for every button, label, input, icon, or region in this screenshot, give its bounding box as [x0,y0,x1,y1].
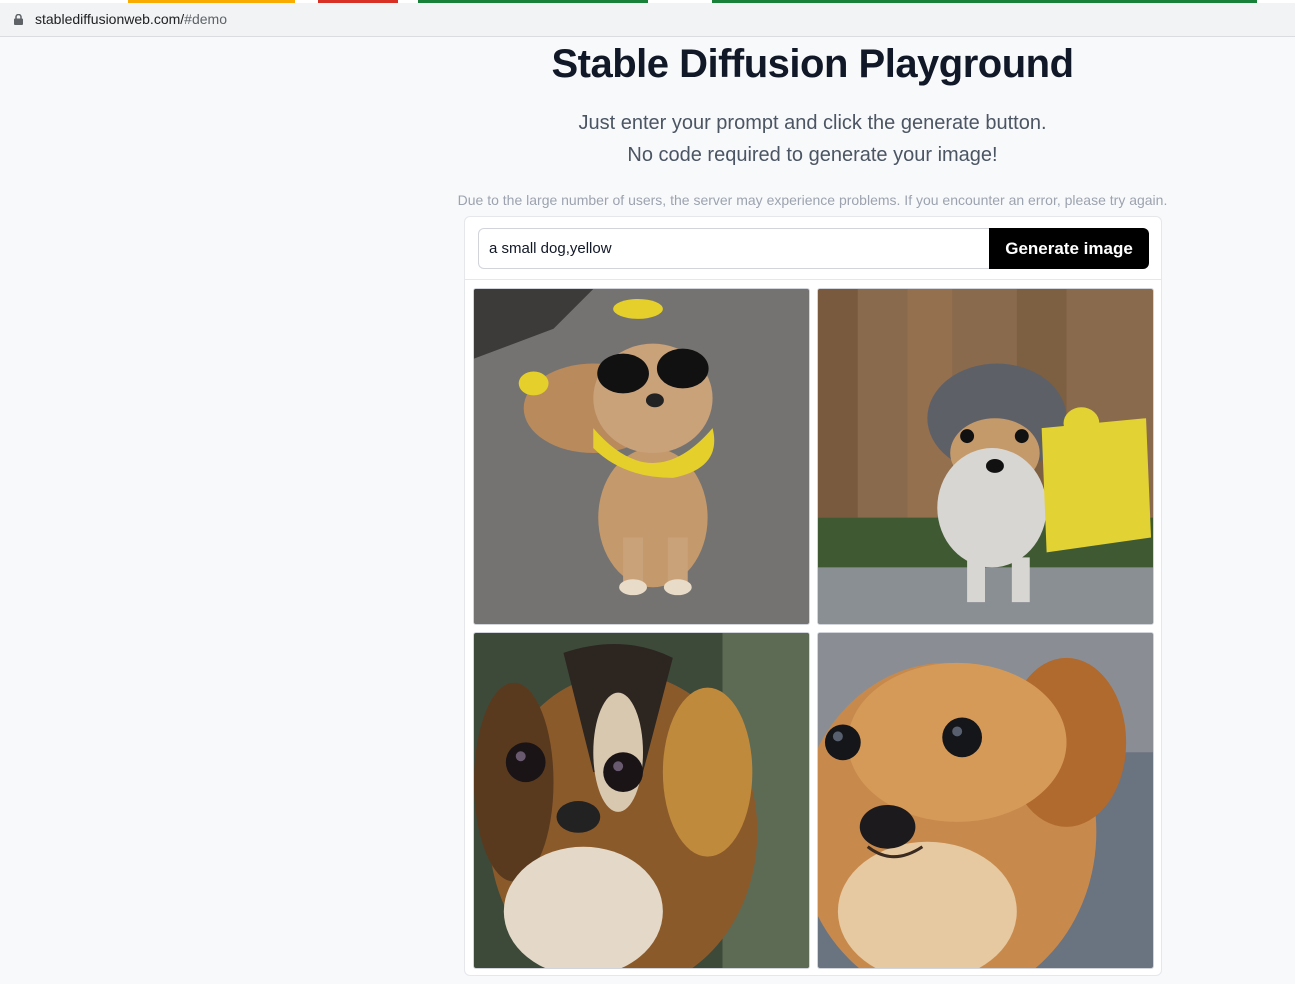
subtitle-line-2: No code required to generate your image! [627,144,998,166]
page-title: Stable Diffusion Playground [551,42,1074,86]
generate-image-button[interactable]: Generate image [989,228,1149,269]
subtitle-line-1: Just enter your prompt and click the gen… [578,112,1047,134]
result-image-4[interactable] [817,632,1154,969]
url-text[interactable]: stablediffusionweb.com/#demo [35,11,227,27]
card-divider [465,279,1161,280]
prompt-input[interactable] [478,228,990,269]
server-notice: Due to the large number of users, the se… [457,192,1168,208]
generator-card: Generate image [464,216,1162,976]
address-bar[interactable]: stablediffusionweb.com/#demo [0,3,1295,37]
result-image-3[interactable] [473,632,810,969]
result-image-2[interactable] [817,288,1154,625]
url-host: stablediffusionweb.com/ [35,11,185,27]
lock-icon [14,14,23,25]
result-image-1[interactable] [473,288,810,625]
url-hash: #demo [184,11,227,27]
